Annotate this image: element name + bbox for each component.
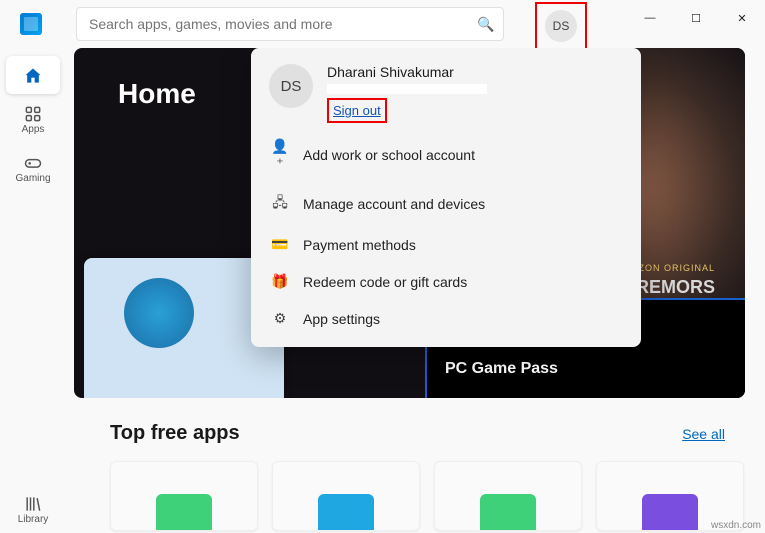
gear-icon: ⚙ (271, 310, 289, 327)
flyout-row-label: Redeem code or gift cards (303, 274, 467, 290)
sidebar-item-gaming[interactable]: Gaming (6, 143, 60, 192)
app-tile[interactable] (110, 461, 258, 531)
flyout-payment-methods[interactable]: 💳 Payment methods (251, 226, 641, 263)
app-tile-art (318, 494, 374, 530)
app-tile-art (480, 494, 536, 530)
flyout-avatar: DS (269, 64, 313, 108)
maximize-button[interactable]: ☐ (673, 0, 719, 36)
flyout-row-label: Payment methods (303, 237, 416, 253)
search-box[interactable]: 🔍 (76, 7, 504, 41)
account-name: Dharani Shivakumar (327, 64, 623, 80)
sidebar-item-label: Apps (22, 124, 45, 135)
minimize-button[interactable]: — (627, 0, 673, 36)
add-account-icon: 👤⁺ (271, 138, 289, 172)
app-tile[interactable] (434, 461, 582, 531)
account-flyout: DS Dharani Shivakumar Sign out 👤⁺ Add wo… (251, 48, 641, 347)
app-tile-art (642, 494, 698, 530)
sidebar-item-label: Gaming (15, 173, 50, 184)
home-icon (23, 66, 43, 86)
manage-account-icon: 🖧 (271, 192, 289, 216)
avatar-highlight: DS (535, 2, 587, 50)
account-email-redacted (327, 84, 487, 94)
sidebar-item-library[interactable]: Library (6, 484, 60, 533)
sign-out-highlight: Sign out (327, 98, 387, 123)
gaming-icon (23, 153, 43, 173)
flyout-row-label: Manage account and devices (303, 196, 485, 212)
flyout-app-settings[interactable]: ⚙ App settings (251, 300, 641, 337)
gift-icon: 🎁 (271, 273, 289, 290)
flyout-add-work-account[interactable]: 👤⁺ Add work or school account (251, 128, 641, 182)
section-title: Top free apps (110, 422, 240, 445)
app-tile-art (156, 494, 212, 530)
search-icon[interactable]: 🔍 (469, 16, 503, 33)
payment-icon: 💳 (271, 236, 289, 253)
hero-card-label: PC Game Pass (445, 360, 558, 377)
sidebar-item-label: Library (18, 514, 49, 525)
page-title: Home (118, 78, 196, 110)
flyout-manage-account[interactable]: 🖧 Manage account and devices (251, 182, 641, 226)
sidebar-item-home[interactable] (6, 56, 60, 94)
sign-out-link[interactable]: Sign out (333, 103, 381, 118)
search-input[interactable] (77, 16, 469, 32)
user-avatar-button[interactable]: DS (545, 10, 577, 42)
close-button[interactable]: ✕ (719, 0, 765, 36)
app-tiles-row (66, 449, 765, 531)
sidebar-item-apps[interactable]: Apps (6, 94, 60, 143)
flyout-redeem-code[interactable]: 🎁 Redeem code or gift cards (251, 263, 641, 300)
store-logo-icon (20, 13, 42, 35)
flyout-row-label: Add work or school account (303, 147, 475, 163)
see-all-link[interactable]: See all (682, 426, 725, 442)
watermark: wsxdn.com (711, 520, 761, 531)
flyout-row-label: App settings (303, 311, 380, 327)
apps-icon (23, 104, 43, 124)
library-icon (23, 494, 43, 514)
app-tile[interactable] (272, 461, 420, 531)
